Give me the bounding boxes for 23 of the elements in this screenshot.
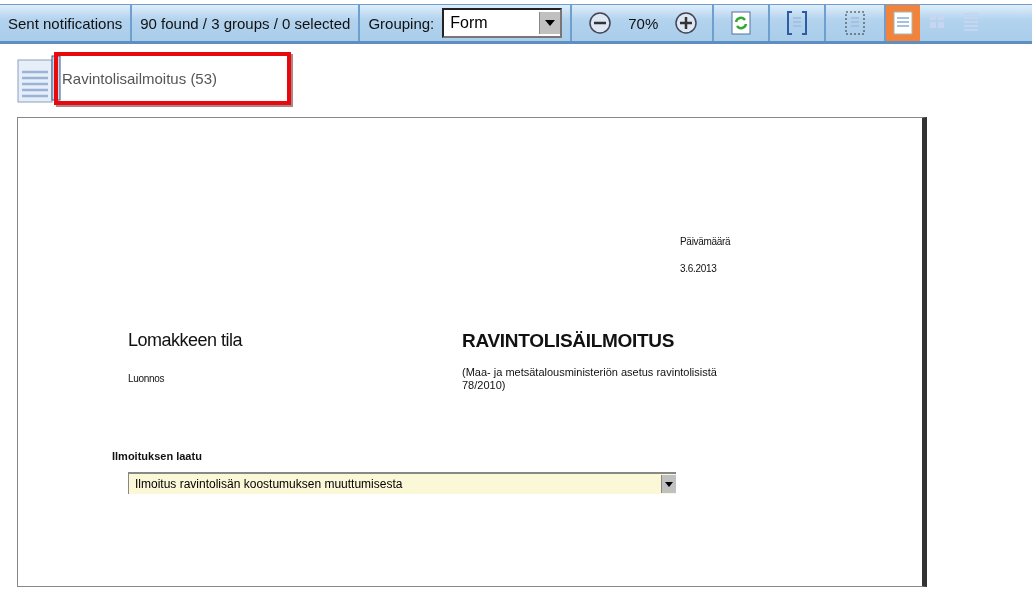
group-title[interactable]: Ravintolisailmoitus (53) bbox=[54, 51, 291, 105]
grouping-label: Grouping: bbox=[368, 14, 435, 32]
type-select[interactable]: Ilmoitus ravintolisän koostumuksen muuttumisesta bbox=[128, 472, 676, 494]
type-label: Ilmoituksen laatu bbox=[112, 450, 203, 462]
caret-icon bbox=[545, 20, 556, 26]
form-subtitle: (Maa- ja metsätalousministeriön asetus ravintolisistä 78/2010) bbox=[462, 366, 718, 392]
grouping-select[interactable]: Form bbox=[442, 8, 563, 38]
plus-icon bbox=[674, 11, 699, 35]
form-title: RAVINTOLISÄILMOITUS bbox=[462, 330, 675, 352]
fit-icon bbox=[786, 10, 809, 36]
status-label: Lomakkeen tila bbox=[128, 330, 243, 351]
date-value: 3.6.2013 bbox=[680, 263, 718, 274]
toolbar-title: Sent notifications bbox=[8, 14, 123, 32]
dotted-frame-icon bbox=[844, 10, 867, 36]
zoom-level: 70% bbox=[628, 14, 659, 32]
status-value: Luonnos bbox=[128, 373, 165, 384]
minus-icon bbox=[588, 11, 613, 35]
caret-icon bbox=[665, 481, 673, 487]
view-mode-button[interactable] bbox=[886, 5, 921, 41]
refresh-icon bbox=[730, 10, 753, 36]
date-label: Päivämäärä bbox=[680, 236, 732, 247]
page-icon bbox=[892, 10, 915, 36]
result-summary: 90 found / 3 groups / 0 selected bbox=[140, 14, 351, 32]
